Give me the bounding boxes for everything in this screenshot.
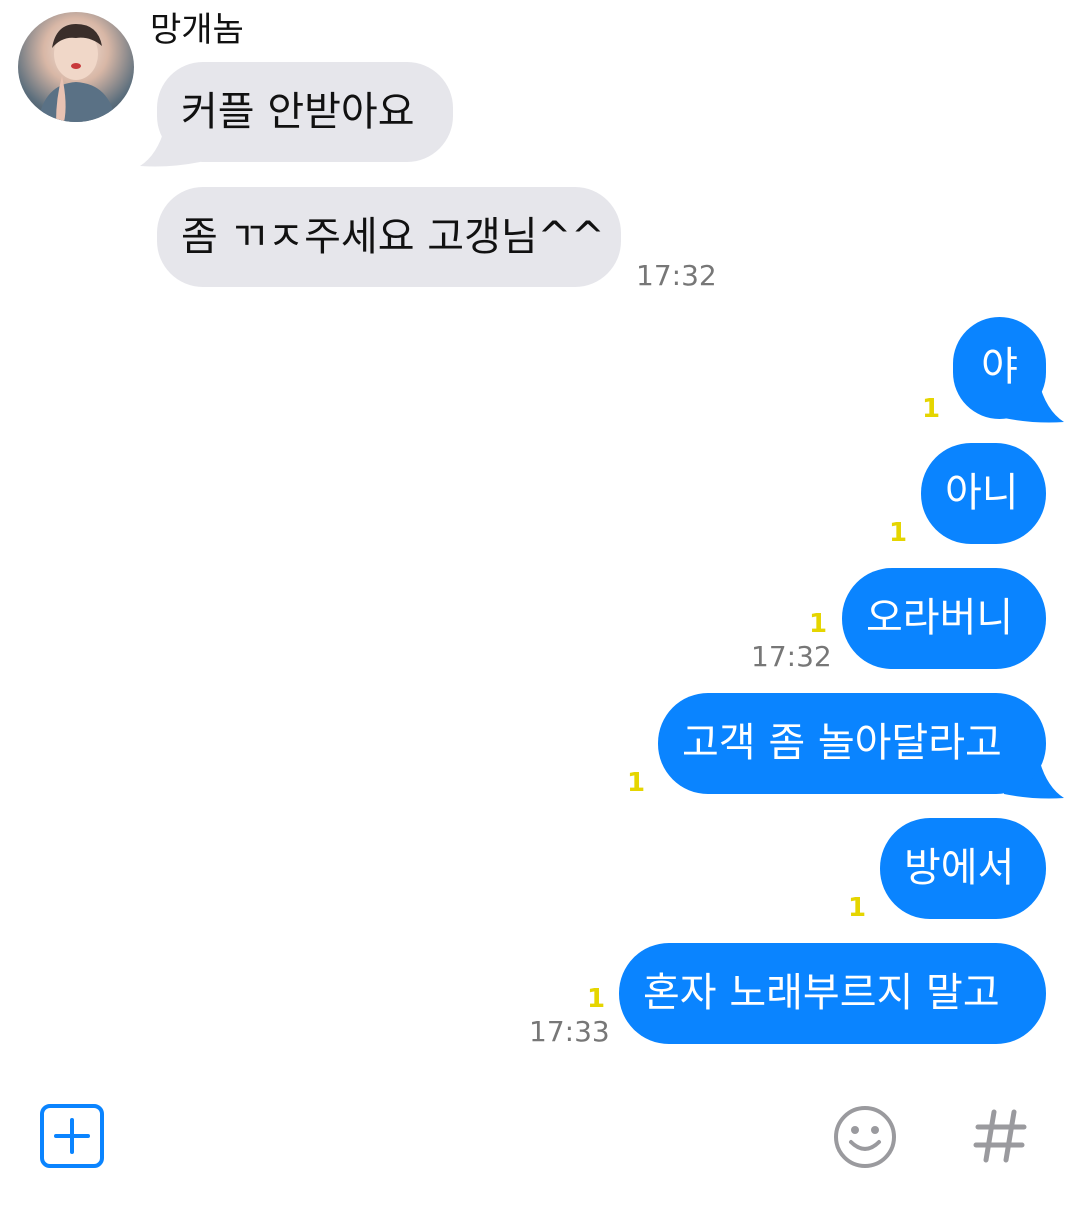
message-bubble-outgoing[interactable]: 오라버니 bbox=[842, 568, 1046, 669]
message-bubble-outgoing[interactable]: 고객 좀 놀아달라고 bbox=[658, 693, 1046, 794]
message-timestamp: 17:32 bbox=[751, 640, 832, 673]
message-text: 커플 안받아요 bbox=[181, 89, 415, 135]
unread-count: 1 bbox=[922, 394, 941, 424]
message-text: 아니 bbox=[945, 470, 1019, 516]
message-text: 좀 ㄲㅈ주세요 고갱님^^ bbox=[181, 214, 605, 260]
message-bubble-outgoing[interactable]: 야 bbox=[953, 317, 1046, 419]
message-text: 야 bbox=[981, 344, 1018, 390]
sender-name: 망개놈 bbox=[150, 10, 244, 50]
smiley-icon[interactable] bbox=[832, 1104, 898, 1170]
unread-count: 1 bbox=[809, 609, 828, 639]
unread-count: 1 bbox=[587, 984, 606, 1014]
plus-square-icon[interactable] bbox=[40, 1104, 104, 1168]
message-bubble-outgoing[interactable]: 방에서 bbox=[880, 818, 1046, 919]
message-timestamp: 17:32 bbox=[636, 259, 717, 292]
message-text: 고객 좀 놀아달라고 bbox=[682, 720, 1002, 766]
message-text: 혼자 노래부르지 말고 bbox=[643, 970, 1000, 1016]
message-text: 방에서 bbox=[904, 845, 1015, 891]
sender-avatar[interactable] bbox=[18, 12, 134, 122]
message-text: 오라버니 bbox=[866, 595, 1014, 641]
message-bubble-outgoing[interactable]: 혼자 노래부르지 말고 bbox=[619, 943, 1046, 1044]
unread-count: 1 bbox=[889, 518, 908, 548]
message-bubble-incoming[interactable]: 커플 안받아요 bbox=[157, 62, 453, 162]
message-bubble-outgoing[interactable]: 아니 bbox=[921, 443, 1046, 544]
message-bubble-incoming[interactable]: 좀 ㄲㅈ주세요 고갱님^^ bbox=[157, 187, 621, 287]
unread-count: 1 bbox=[848, 893, 867, 923]
message-timestamp: 17:33 bbox=[529, 1015, 610, 1048]
hash-icon[interactable] bbox=[972, 1106, 1028, 1166]
unread-count: 1 bbox=[627, 768, 646, 798]
